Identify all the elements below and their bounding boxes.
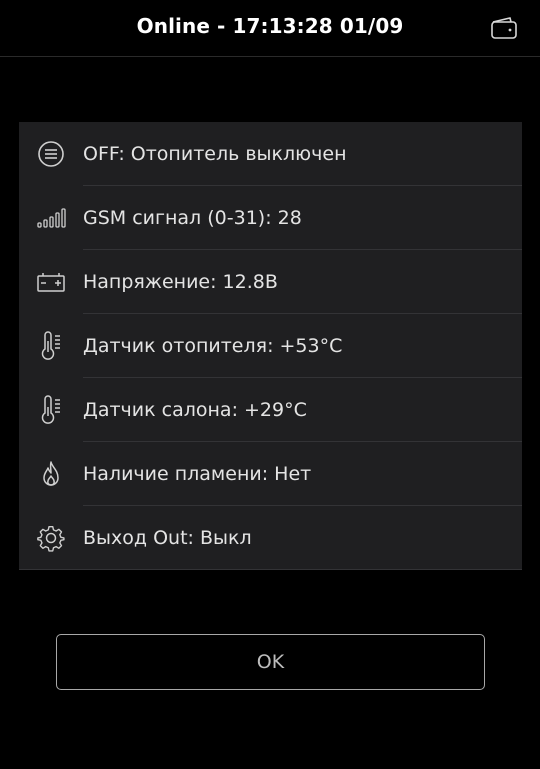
status-label: Напряжение: 12.8В: [83, 271, 278, 293]
status-label: Датчик отопителя: +53°C: [83, 335, 343, 357]
status-row-heater-sensor: Датчик отопителя: +53°C: [19, 314, 522, 378]
status-row-cabin-sensor: Датчик салона: +29°C: [19, 378, 522, 442]
menu-circle-icon: [38, 141, 64, 167]
row-divider: [19, 569, 522, 570]
battery-icon: [37, 273, 65, 292]
status-row-gsm-signal: GSM сигнал (0-31): 28: [19, 186, 522, 250]
flame-icon: [43, 461, 59, 486]
header-bar: Online - 17:13:28 01/09: [0, 0, 540, 57]
wallet-icon[interactable]: [490, 16, 518, 40]
status-row-voltage: Напряжение: 12.8В: [19, 250, 522, 314]
gear-icon: [37, 526, 65, 552]
status-label: OFF: Отопитель выключен: [83, 143, 347, 165]
status-label: Наличие пламени: Нет: [83, 463, 312, 485]
thermometer-icon: [41, 331, 60, 360]
status-row-heater-state: OFF: Отопитель выключен: [19, 122, 522, 186]
status-card: OFF: Отопитель выключен GSM сигнал (0-31…: [19, 122, 522, 570]
ok-button[interactable]: OK: [56, 634, 485, 690]
connection-status-title: Online - 17:13:28 01/09: [136, 14, 404, 38]
status-label: Выход Out: Выкл: [83, 527, 252, 549]
thermometer-icon: [41, 395, 60, 424]
signal-bars-icon: [37, 208, 66, 228]
status-label: GSM сигнал (0-31): 28: [83, 207, 302, 229]
status-row-output: Выход Out: Выкл: [19, 506, 522, 570]
status-row-flame: Наличие пламени: Нет: [19, 442, 522, 506]
app-screen: Online - 17:13:28 01/09 OFF: Отопитель в…: [0, 0, 540, 769]
status-label: Датчик салона: +29°C: [83, 399, 307, 421]
